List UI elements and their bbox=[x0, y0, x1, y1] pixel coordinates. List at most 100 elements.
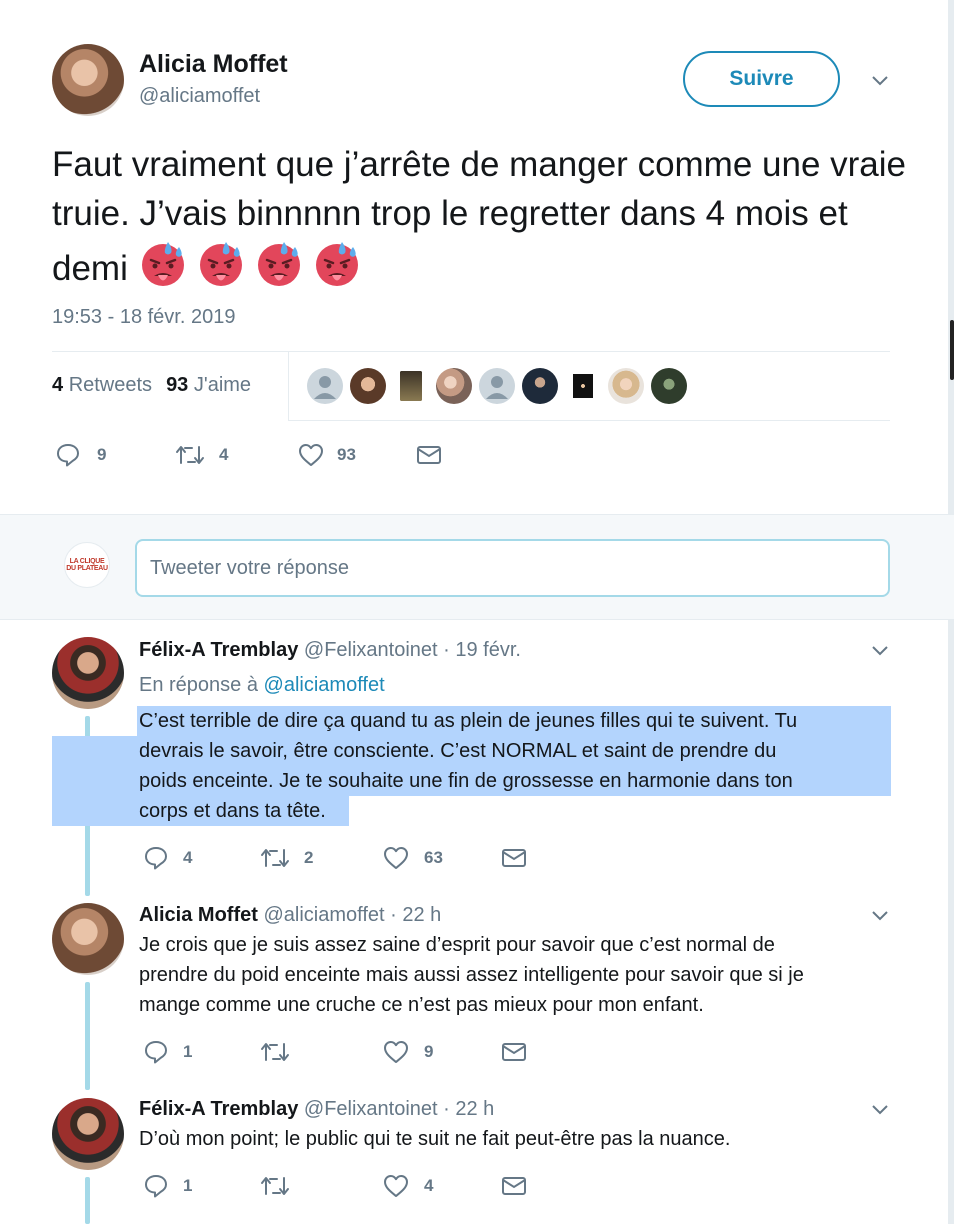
avatar[interactable] bbox=[52, 1098, 124, 1170]
reply-input[interactable]: Tweeter votre réponse bbox=[135, 539, 890, 597]
likers-avatars bbox=[307, 368, 687, 404]
heart-icon bbox=[382, 1173, 410, 1199]
reply-text: D’où mon point; le public qui te suit ne… bbox=[139, 1124, 730, 1154]
reply-action[interactable]: 9 bbox=[55, 442, 175, 468]
retweets-label: Retweets bbox=[68, 374, 153, 396]
reply-count: 4 bbox=[183, 848, 193, 867]
avatar[interactable] bbox=[52, 903, 124, 975]
scrollbar-thumb[interactable] bbox=[950, 320, 954, 380]
reply-count: 1 bbox=[183, 1176, 193, 1195]
retweets-stat[interactable]: 4 Retweets bbox=[52, 374, 152, 397]
heart-icon bbox=[297, 442, 325, 468]
reply-line: Je crois que je suis assez saine d’espri… bbox=[139, 934, 775, 956]
reply-action[interactable]: 1 bbox=[143, 1039, 260, 1065]
thread-line bbox=[85, 1177, 90, 1224]
like-count: 63 bbox=[424, 848, 443, 867]
reply-count: 1 bbox=[183, 1042, 193, 1061]
reply-header: Alicia Moffet @aliciamoffet · 22 h bbox=[139, 904, 441, 927]
retweet-action[interactable] bbox=[260, 1040, 382, 1064]
author-handle[interactable]: @Felixantoinet bbox=[304, 1098, 438, 1120]
likes-stat[interactable]: 93 J'aime bbox=[166, 374, 251, 397]
chevron-down-icon[interactable] bbox=[872, 911, 888, 925]
reply-count: 9 bbox=[97, 445, 107, 464]
author-name[interactable]: Félix-A Tremblay bbox=[139, 639, 298, 661]
author-name[interactable]: Alicia Moffet bbox=[139, 904, 258, 926]
chevron-down-icon[interactable] bbox=[872, 1105, 888, 1119]
reply-line: poids enceinte. Je te souhaite une fin d… bbox=[139, 770, 793, 792]
retweet-icon bbox=[175, 443, 205, 467]
reply-header: Félix-A Tremblay @Felixantoinet · 22 h bbox=[139, 1098, 494, 1121]
reply-actions: 4 2 63 bbox=[143, 845, 528, 871]
liker-avatar[interactable] bbox=[565, 368, 601, 404]
logo-line: LA CLIQUE bbox=[69, 558, 105, 565]
retweet-action[interactable]: 2 bbox=[260, 846, 382, 870]
liker-avatar[interactable] bbox=[350, 368, 386, 404]
author-handle[interactable]: @aliciamoffet bbox=[263, 904, 384, 926]
author-handle[interactable]: @Felixantoinet bbox=[304, 639, 438, 661]
author-handle[interactable]: @aliciamoffet bbox=[139, 85, 260, 108]
message-action[interactable] bbox=[415, 444, 443, 466]
liker-avatar[interactable] bbox=[479, 368, 515, 404]
in-reply-prefix: En réponse à bbox=[139, 674, 258, 696]
author-name[interactable]: Félix-A Tremblay bbox=[139, 1098, 298, 1120]
in-reply-to: En réponse à @aliciamoffet bbox=[139, 674, 385, 697]
liker-avatar[interactable] bbox=[436, 368, 472, 404]
reply-header: Félix-A Tremblay @Felixantoinet · 19 fév… bbox=[139, 639, 521, 662]
avatar[interactable] bbox=[52, 637, 124, 709]
stats-separator bbox=[288, 352, 289, 420]
tweet-stats: 4 Retweets 93 J'aime bbox=[52, 374, 251, 397]
thread-line bbox=[85, 982, 90, 1090]
reply-line: D’où mon point; le public qui te suit ne… bbox=[139, 1128, 731, 1150]
reply-line: C’est terrible de dire ça quand tu as pl… bbox=[139, 710, 798, 732]
liker-avatar[interactable] bbox=[651, 368, 687, 404]
tweet-timestamp[interactable]: 19:53 - 18 févr. 2019 bbox=[52, 306, 235, 329]
liker-avatar[interactable] bbox=[522, 368, 558, 404]
reply-icon bbox=[143, 1173, 169, 1199]
like-action[interactable]: 4 bbox=[382, 1173, 500, 1199]
reply-text: C’est terrible de dire ça quand tu as pl… bbox=[139, 706, 797, 826]
like-count: 9 bbox=[424, 1042, 434, 1061]
tweet-page: Alicia Moffet @aliciamoffet Suivre Faut … bbox=[0, 0, 954, 1224]
retweet-count: 4 bbox=[219, 445, 229, 464]
retweet-icon bbox=[260, 1040, 290, 1064]
heart-icon bbox=[382, 845, 410, 871]
logo-line: DU PLATEAU bbox=[66, 565, 108, 572]
like-action[interactable]: 9 bbox=[382, 1039, 500, 1065]
liker-avatar[interactable] bbox=[393, 368, 429, 404]
reply-time[interactable]: · 22 h bbox=[443, 1098, 494, 1120]
retweet-action[interactable]: 4 bbox=[175, 443, 297, 467]
reply-action[interactable]: 4 bbox=[143, 845, 260, 871]
reply-time[interactable]: · 19 févr. bbox=[443, 639, 521, 661]
liker-avatar[interactable] bbox=[307, 368, 343, 404]
liker-avatar[interactable] bbox=[608, 368, 644, 404]
reply-time[interactable]: · 22 h bbox=[390, 904, 441, 926]
message-action[interactable] bbox=[500, 847, 528, 869]
reply-text: Je crois que je suis assez saine d’espri… bbox=[139, 930, 804, 1020]
retweet-action[interactable] bbox=[260, 1174, 382, 1198]
reply-line: mange comme une cruche ce n’est pas mieu… bbox=[139, 994, 704, 1016]
author-name[interactable]: Alicia Moffet bbox=[139, 50, 288, 79]
avatar[interactable] bbox=[52, 44, 124, 116]
reply-icon bbox=[143, 845, 169, 871]
chevron-down-icon[interactable] bbox=[872, 76, 888, 90]
likes-count: 93 bbox=[166, 374, 189, 396]
chevron-down-icon[interactable] bbox=[872, 646, 888, 660]
like-count: 93 bbox=[337, 445, 356, 464]
divider bbox=[52, 351, 890, 352]
tweet-text: Faut vraiment que j’arrête de manger com… bbox=[52, 140, 912, 293]
follow-button[interactable]: Suivre bbox=[683, 51, 840, 107]
message-action[interactable] bbox=[500, 1175, 528, 1197]
hot-face-emoji bbox=[138, 238, 188, 288]
mail-icon bbox=[500, 1041, 528, 1063]
reply-action[interactable]: 1 bbox=[143, 1173, 260, 1199]
message-action[interactable] bbox=[500, 1041, 528, 1063]
mail-icon bbox=[500, 1175, 528, 1197]
like-action[interactable]: 93 bbox=[297, 442, 415, 468]
reply-icon bbox=[143, 1039, 169, 1065]
likes-label: J'aime bbox=[193, 374, 252, 396]
mention-link[interactable]: @aliciamoffet bbox=[264, 674, 385, 696]
hot-face-emoji bbox=[312, 238, 362, 288]
account-logo[interactable]: LA CLIQUE DU PLATEAU bbox=[64, 542, 110, 588]
hot-face-emoji bbox=[254, 238, 304, 288]
like-action[interactable]: 63 bbox=[382, 845, 500, 871]
